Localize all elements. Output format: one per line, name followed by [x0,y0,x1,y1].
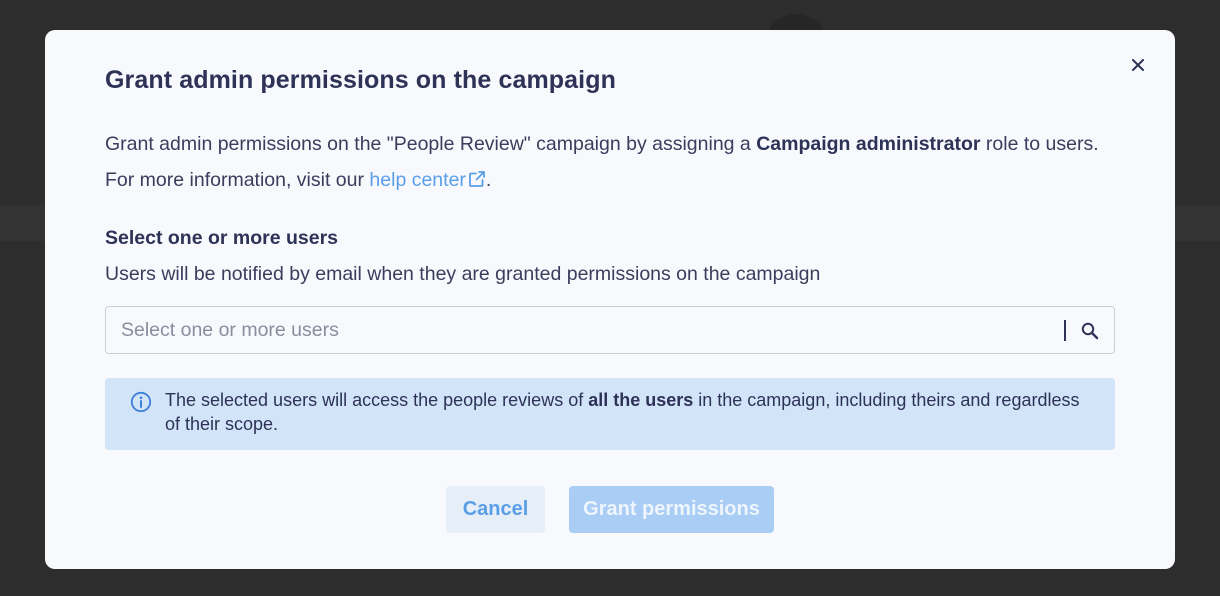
search-button[interactable] [1078,319,1102,343]
user-select-label: Select one or more users [105,227,339,249]
select-divider [1064,320,1066,341]
info-icon [130,391,152,413]
info-emphasis: all the users [588,390,694,410]
search-icon [1081,322,1099,340]
help-center-link[interactable]: help center [369,169,485,191]
info-banner: The selected users will access the peopl… [105,378,1115,450]
intro-paragraph: Grant admin permissions on the "People R… [105,126,1105,198]
user-select[interactable] [105,306,1115,354]
external-link-icon [469,171,485,187]
help-center-link-label: help center [369,169,466,191]
user-select-hint: Users will be notified by email when the… [105,263,821,285]
info-banner-text: The selected users will access the peopl… [165,388,1085,436]
info-text-before: The selected users will access the peopl… [165,390,589,410]
close-icon [1132,59,1144,71]
cancel-button[interactable]: Cancel [446,486,545,533]
intro-text-before: Grant admin permissions on the "People R… [105,133,757,155]
modal-title: Grant admin permissions on the campaign [105,66,616,94]
grant-permissions-modal: Grant admin permissions on the campaign … [45,30,1175,569]
role-name: Campaign administrator [756,133,981,155]
user-search-input[interactable] [106,307,1046,353]
grant-permissions-button[interactable]: Grant permissions [569,486,774,533]
intro-end: . [485,169,492,191]
close-button[interactable] [1127,54,1149,76]
